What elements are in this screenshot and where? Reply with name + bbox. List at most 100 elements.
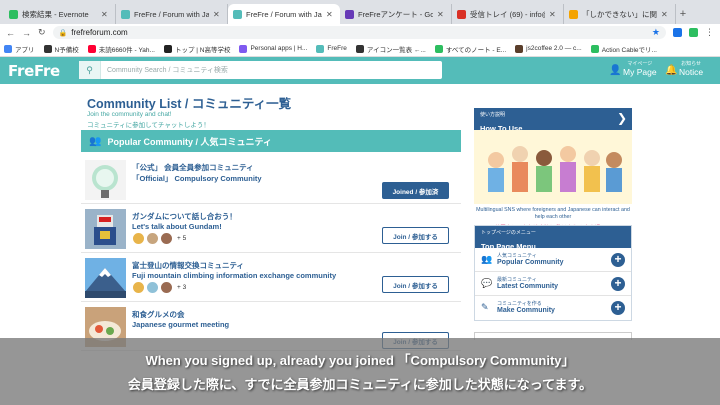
community-row[interactable]: 「公式」 会員全員参加コミュニティ 「Official」 Compulsory …	[81, 157, 461, 204]
avatar[interactable]	[146, 232, 159, 245]
bookmark-item[interactable]: Action Cableでリ...	[590, 44, 657, 54]
close-icon[interactable]: ✕	[549, 10, 557, 19]
bookmark-item[interactable]: N予備校	[43, 44, 79, 54]
user-icon: 👤	[609, 65, 622, 76]
bookmark-star-icon[interactable]: ★	[652, 27, 660, 38]
menu-item-popular-community[interactable]: 👥 人気コミュニティ Popular Community +	[475, 248, 631, 272]
evernote-icon	[9, 9, 18, 19]
menu-dots-icon[interactable]: ⋮	[705, 27, 714, 38]
caption-line-jp: 会員登録した際に、すでに全員参加コミュニティに参加した状態になってます。	[127, 377, 593, 392]
member-avatars: + 3	[132, 281, 186, 294]
how-to-use-card[interactable]: 使い方説明 How To Use ❯ Multilingual SNS wher…	[474, 108, 632, 235]
bookmark-item[interactable]: 未読6660件 - Yah...	[87, 44, 155, 54]
avatar[interactable]	[132, 281, 145, 294]
bookmark-item[interactable]: アプリ	[4, 44, 35, 54]
notice-link[interactable]: 🔔 お知らせ Notice	[665, 60, 703, 77]
browser-tab[interactable]: FreFre / Forum with Japanese✕	[116, 4, 228, 24]
frefre-icon	[233, 9, 242, 19]
globe-icon	[316, 44, 325, 53]
bookmark-item[interactable]: FreFre	[316, 44, 347, 53]
weblio-icon	[569, 9, 578, 19]
community-search: ⚲ Community Search / コミュニティ検索	[79, 61, 442, 79]
avatar[interactable]	[160, 232, 173, 245]
joined-button[interactable]: Joined / 参加済	[382, 182, 449, 199]
site-logo[interactable]: FreFre	[8, 62, 60, 80]
plus-icon[interactable]: +	[611, 277, 625, 291]
bookmark-item[interactable]: すべてのノート - E...	[434, 44, 506, 54]
new-tab-button[interactable]: +	[676, 4, 690, 24]
back-arrow-icon[interactable]: ←	[6, 28, 15, 38]
bookmark-item[interactable]: js2coffee 2.0 — c...	[515, 44, 582, 53]
menu-item-make-community[interactable]: ✎ コミュニティを作る Make Community +	[475, 296, 631, 320]
users-icon: 👥	[89, 135, 102, 147]
community-name-en[interactable]: Let's talk about Gundam!	[132, 222, 222, 231]
globe-icon	[355, 44, 364, 53]
top-page-menu-header: トップページのメニュー Top Page Menu	[475, 226, 631, 251]
url-text: frefreforum.com	[71, 28, 128, 37]
browser-tab[interactable]: FreFreアンケート - Google フォーム✕	[340, 4, 452, 24]
popular-community-bar: 👥 Popular Community / 人気コミュニティ	[81, 130, 461, 152]
bookmark-item[interactable]: Personal apps | H...	[239, 44, 307, 53]
join-button[interactable]: Join / 参加する	[382, 276, 449, 293]
page-subtitle-jp: コミュニティに参加してチャットしよう！	[87, 122, 210, 129]
extension-icon[interactable]	[673, 28, 682, 37]
how-to-use-header[interactable]: 使い方説明 How To Use ❯	[474, 108, 632, 133]
join-button[interactable]: Join / 参加する	[382, 227, 449, 244]
evernote-icon	[434, 44, 443, 53]
browser-tab[interactable]: 検索結果 - Evernote ✕	[4, 4, 116, 24]
close-icon[interactable]: ✕	[101, 10, 109, 19]
magnifier-icon	[85, 160, 126, 200]
forward-arrow-icon[interactable]: →	[22, 28, 31, 38]
community-row[interactable]: 富士登山の情報交換コミュニティ Fuji mountain climbing i…	[81, 255, 461, 302]
address-bar[interactable]: 🔒 frefreforum.com ★	[52, 26, 666, 39]
community-name-jp[interactable]: ガンダムについて話し合おう！	[132, 211, 237, 222]
avatar[interactable]	[132, 232, 145, 245]
users-icon: 👥	[481, 254, 493, 264]
gmail-icon	[457, 9, 466, 19]
more-members-count: + 3	[177, 284, 187, 291]
close-icon[interactable]: ✕	[437, 10, 445, 19]
browser-tab-active[interactable]: FreFre / Forum with Japanese✕	[228, 4, 340, 24]
search-input[interactable]: Community Search / コミュニティ検索	[101, 65, 228, 75]
how-to-caption-en: Multilingual SNS where foreigners and Ja…	[474, 204, 632, 221]
close-icon[interactable]: ✕	[213, 10, 221, 19]
more-members-count: + 5	[177, 235, 187, 242]
community-name-jp[interactable]: 富士登山の情報交換コミュニティ	[132, 260, 244, 271]
community-thumbnail	[85, 160, 126, 200]
browser-tab[interactable]: 受信トレイ (69) - info@frefreforum.com✕	[452, 4, 564, 24]
community-thumbnail	[85, 209, 126, 249]
search-icon[interactable]: ⚲	[79, 61, 101, 79]
close-icon[interactable]: ✕	[661, 10, 669, 19]
extension-icon[interactable]	[689, 28, 698, 37]
js2coffee-icon	[515, 44, 524, 53]
bookmark-item[interactable]: トップ | N高等学校	[163, 44, 230, 54]
plus-icon[interactable]: +	[611, 301, 625, 315]
mypage-link[interactable]: 👤 マイページ My Page	[609, 60, 657, 77]
reload-icon[interactable]: ↻	[38, 27, 46, 38]
browser-tab[interactable]: 「しかできない」に関連した英語例文✕	[564, 4, 676, 24]
bookmark-item[interactable]: アイコン一覧表 ←...	[355, 44, 426, 54]
bell-icon: 🔔	[665, 65, 678, 76]
community-name-en[interactable]: Japanese gourmet meeting	[132, 320, 229, 329]
menu-item-latest-community[interactable]: 💬 最新コミュニティ Latest Community +	[475, 272, 631, 296]
bookmarks-bar: アプリ N予備校 未読6660件 - Yah... トップ | N高等学校 Pe…	[0, 41, 720, 57]
bookmark-icon	[43, 44, 52, 53]
gundam-icon	[85, 209, 126, 249]
avatar[interactable]	[160, 281, 173, 294]
plus-icon[interactable]: +	[611, 253, 625, 267]
avatar[interactable]	[146, 281, 159, 294]
community-name-jp[interactable]: 「公式」 会員全員参加コミュニティ	[132, 162, 254, 173]
forms-icon	[345, 9, 354, 19]
community-name-en[interactable]: 「Official」 Compulsory Community	[132, 173, 262, 184]
close-icon[interactable]: ✕	[326, 10, 334, 19]
community-name-en[interactable]: Fuji mountain climbing information excha…	[132, 271, 336, 280]
community-thumbnail	[85, 258, 126, 298]
chevron-right-icon[interactable]: ❯	[617, 111, 627, 125]
heroku-icon	[239, 44, 248, 53]
frefre-icon	[121, 9, 130, 19]
yahoo-mail-icon	[87, 44, 96, 53]
mount-fuji-icon	[85, 258, 126, 298]
chat-bubbles-icon: 💬	[481, 278, 493, 288]
community-name-jp[interactable]: 和食グルメの会	[132, 309, 185, 320]
community-row[interactable]: ガンダムについて話し合おう！ Let's talk about Gundam! …	[81, 206, 461, 253]
